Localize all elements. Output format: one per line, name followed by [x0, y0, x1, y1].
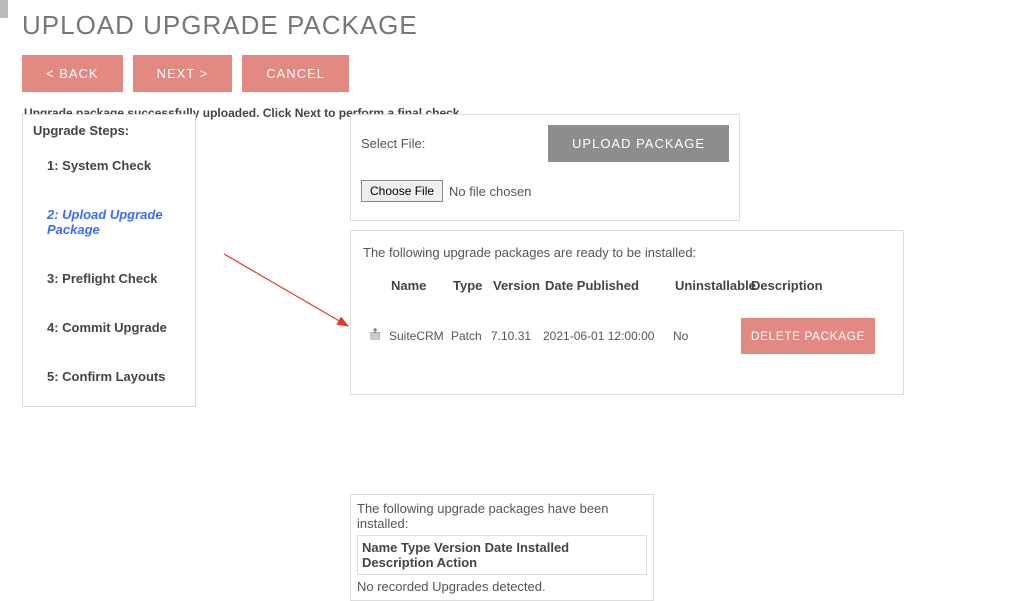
- col-version: Version: [493, 278, 545, 293]
- select-file-label: Select File:: [361, 136, 425, 151]
- file-chosen-label: No file chosen: [449, 184, 531, 199]
- page-title: UPLOAD UPGRADE PACKAGE: [0, 0, 1024, 55]
- steps-title: Upgrade Steps:: [33, 123, 185, 138]
- upload-package-button[interactable]: UPLOAD PACKAGE: [548, 125, 729, 162]
- col-type: Type: [453, 278, 493, 293]
- table-row: SuiteCRM Patch 7.10.31 2021-06-01 12:00:…: [363, 321, 891, 350]
- cell-type: Patch: [451, 329, 491, 343]
- cancel-button[interactable]: CANCEL: [242, 55, 349, 92]
- step-system-check: 1: System Check: [47, 158, 185, 173]
- cell-name: SuiteCRM: [389, 329, 451, 343]
- cell-version: 7.10.31: [491, 329, 543, 343]
- col-date: Date Published: [545, 278, 675, 293]
- col-name: Name: [391, 278, 453, 293]
- step-confirm-layouts: 5: Confirm Layouts: [47, 369, 185, 384]
- ready-packages-title: The following upgrade packages are ready…: [363, 245, 891, 260]
- step-upload-upgrade-package: 2: Upload Upgrade Package: [47, 207, 185, 237]
- cell-date: 2021-06-01 12:00:00: [543, 329, 673, 343]
- cell-uninstallable: No: [673, 329, 749, 343]
- package-icon: [369, 327, 389, 344]
- ready-packages-panel: The following upgrade packages are ready…: [350, 230, 904, 395]
- delete-package-button[interactable]: DELETE PACKAGE: [741, 318, 875, 354]
- top-button-bar: < BACK NEXT > CANCEL: [0, 55, 1024, 104]
- next-button[interactable]: NEXT >: [133, 55, 233, 92]
- ready-packages-table: Name Type Version Date Published Uninsta…: [363, 278, 891, 350]
- col-uninstallable: Uninstallable: [675, 278, 751, 293]
- step-commit-upgrade: 4: Commit Upgrade: [47, 320, 185, 335]
- window-edge-bar: [0, 0, 8, 18]
- installed-packages-title: The following upgrade packages have been…: [357, 501, 647, 531]
- annotation-arrow-icon: [218, 248, 358, 338]
- choose-file-button[interactable]: Choose File: [361, 180, 443, 202]
- installed-empty-message: No recorded Upgrades detected.: [357, 579, 647, 594]
- upgrade-steps-panel: Upgrade Steps: 1: System Check 2: Upload…: [22, 114, 196, 407]
- table-header: Name Type Version Date Published Uninsta…: [363, 278, 891, 321]
- upload-panel: Select File: UPLOAD PACKAGE Choose File …: [350, 114, 740, 221]
- installed-table-header: Name Type Version Date Installed Descrip…: [357, 535, 647, 575]
- back-button[interactable]: < BACK: [22, 55, 123, 92]
- col-description: Description: [751, 278, 825, 293]
- step-preflight-check: 3: Preflight Check: [47, 271, 185, 286]
- installed-packages-panel: The following upgrade packages have been…: [350, 494, 654, 601]
